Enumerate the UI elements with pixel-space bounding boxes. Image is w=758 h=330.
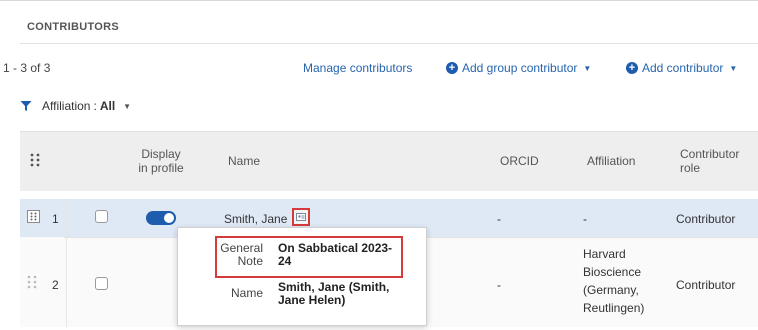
chevron-down-icon: ▼ [729,63,738,73]
divider [20,43,758,44]
plus-circle-icon: + [626,62,638,74]
contact-card-icon [296,213,306,221]
add-contributor-button[interactable]: + Add contributor ▼ [626,61,737,75]
contributor-role: Contributor [676,212,736,226]
row-checkbox[interactable] [95,210,108,223]
manage-contributors-link[interactable]: Manage contributors [303,61,412,75]
general-note-value: On Sabbatical 2023- 24 [278,242,392,268]
affiliation-value: - [583,212,587,226]
column-divider [66,199,67,327]
contributor-details-popup: General Note On Sabbatical 2023- 24 Name… [177,227,427,326]
section-title: CONTRIBUTORS [27,21,120,33]
column-header-role-line2: role [680,161,701,175]
orcid-value: - [497,212,501,226]
contributor-role: Contributor [676,278,736,292]
affiliation-line: Reutlingen) [583,301,645,315]
affiliation-filter[interactable]: Affiliation : All ▼ [20,93,131,119]
column-header-display-in-profile[interactable]: Display in profile [131,147,191,175]
row-handle-icon[interactable] [27,210,40,223]
column-header-display-line1: Display [141,147,181,161]
chevron-down-icon: ▼ [123,101,132,111]
filter-label: Affiliation [42,99,91,113]
column-header-name[interactable]: Name [228,154,260,168]
orcid-value: - [497,278,501,292]
display-in-profile-toggle[interactable] [146,211,176,225]
chevron-down-icon: ▼ [583,63,592,73]
drag-handle-icon[interactable] [30,153,40,167]
contributor-name: Smith, Jane [224,212,288,226]
row-number: 1 [52,212,59,226]
column-header-affiliation[interactable]: Affiliation [587,154,635,168]
filter-icon [20,101,32,111]
affiliation-line: Bioscience [583,265,642,279]
add-contributor-label: Add contributor [642,61,724,75]
column-header-contributor-role[interactable]: Contributor role [680,147,739,175]
filter-value: All [99,99,116,113]
contributors-panel: CONTRIBUTORS 1 - 3 of 3 Manage contribut… [0,0,758,330]
row-checkbox[interactable] [95,277,108,290]
affiliation-value: Harvard Bioscience (Germany, Reutlingen) [583,245,644,317]
affiliation-line: (Germany, [583,283,639,297]
toggle-knob [164,213,174,223]
plus-circle-icon: + [446,62,458,74]
general-note-value-line2: 24 [278,254,292,268]
popup-name-label: Name [230,286,263,300]
drag-handle-icon[interactable] [27,275,37,289]
filter-separator: : [93,99,97,113]
general-note-label: General Note [220,242,263,268]
results-count: 1 - 3 of 3 [3,61,51,75]
general-note-value-line1: On Sabbatical 2023- [278,241,393,255]
general-note-label-line2: Note [237,254,263,268]
column-header-display-line2: in profile [138,161,184,175]
popup-name-value: Smith, Jane (Smith, Jane Helen) [278,281,389,307]
popup-name-value-line2: Jane Helen) [278,293,346,307]
contact-card-button[interactable] [292,208,310,226]
add-group-contributor-label: Add group contributor [462,61,578,75]
column-header-role-line1: Contributor [680,147,740,161]
row-number: 2 [52,278,59,292]
column-header-orcid[interactable]: ORCID [500,154,539,168]
add-group-contributor-button[interactable]: + Add group contributor ▼ [446,61,591,75]
affiliation-line: Harvard [583,247,626,261]
